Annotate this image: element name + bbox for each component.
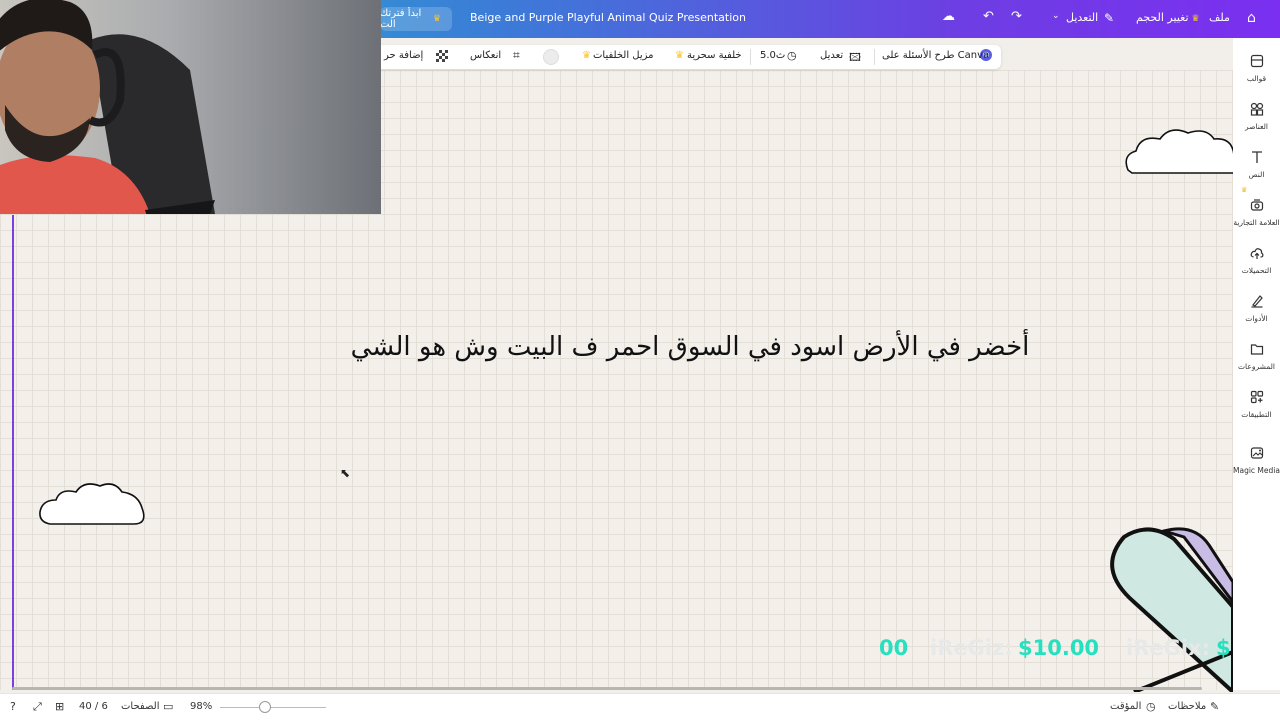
ticker-donor-name: iReGiz:: [930, 636, 1013, 660]
ticker-donor-name: iReGix:: [1126, 636, 1210, 660]
fullscreen-icon[interactable]: ⤢: [33, 700, 42, 714]
webcam-overlay: [0, 0, 381, 214]
zoom-slider-handle[interactable]: [258, 701, 271, 713]
text-icon: [1251, 151, 1262, 163]
webcam-person-image: [0, 0, 381, 214]
chevron-down-icon[interactable]: ⌄: [1052, 11, 1060, 21]
decorative-shape[interactable]: [1104, 527, 1233, 692]
transparency-icon[interactable]: [436, 50, 448, 62]
redo-icon[interactable]: ↷: [1011, 9, 1022, 24]
ticker-donation-amount: $10.00: [1018, 636, 1100, 660]
selection-guide: [12, 215, 14, 690]
start-trial-button[interactable]: ابدأ فترتك الت ♛: [380, 7, 452, 31]
apps-icon: [1250, 390, 1263, 404]
background-remover-button[interactable]: مزيل الخلفيات: [593, 50, 654, 61]
templates-icon: [1250, 54, 1263, 68]
zoom-slider-track[interactable]: [220, 707, 326, 708]
elements-icon: [1250, 102, 1263, 116]
sidebar-item-uploads[interactable]: التحميلات: [1233, 246, 1280, 275]
add-border-button[interactable]: إضافة حر: [384, 50, 423, 61]
zoom-level[interactable]: 98%: [190, 701, 212, 712]
pen-tool-icon: [1251, 295, 1263, 308]
crown-icon: ♛: [675, 50, 684, 61]
brand-icon: [1250, 199, 1263, 211]
help-icon[interactable]: ?: [10, 700, 16, 713]
crop-icon[interactable]: ⌗: [513, 48, 520, 63]
notes-icon: ✎: [1210, 700, 1220, 713]
duration-button[interactable]: 5.0ث: [760, 50, 785, 61]
design-title[interactable]: Beige and Purple Playful Animal Quiz Pre…: [470, 11, 746, 24]
mouse-cursor-icon: ⬉: [340, 466, 351, 480]
sidebar-item-apps[interactable]: التطبيقات: [1233, 390, 1280, 419]
flip-button[interactable]: انعكاس: [470, 50, 501, 61]
cloud-shape[interactable]: [1122, 125, 1234, 175]
sidebar-item-tools[interactable]: الأدوات: [1233, 294, 1280, 323]
horizontal-scrollbar[interactable]: [12, 687, 1202, 690]
cloud-shape[interactable]: [38, 480, 148, 528]
divider: [874, 49, 875, 65]
sidebar-item-templates[interactable]: قوالب: [1233, 54, 1280, 83]
edit-image-button[interactable]: تعديل: [820, 50, 843, 61]
notes-button[interactable]: ملاحظات: [1168, 701, 1206, 712]
pages-icon: ▭: [163, 700, 174, 713]
sidebar-item-brand[interactable]: ♛ العلامة التجارية: [1233, 186, 1280, 227]
ask-canva-button[interactable]: طرح الأسئلة على Canva: [882, 50, 989, 61]
right-sidebar: قوالب العناصر النص ♛ العلامة التجارية ال…: [1233, 38, 1280, 690]
crown-icon: ♛: [582, 50, 591, 61]
undo-icon[interactable]: ↶: [983, 9, 994, 24]
folder-icon: [1250, 344, 1263, 355]
page-counter: 40 / 6: [79, 701, 108, 712]
sidebar-item-projects[interactable]: المشروعات: [1233, 342, 1280, 371]
pages-button[interactable]: الصفحات: [121, 701, 159, 712]
color-swatch[interactable]: [543, 49, 559, 65]
file-menu[interactable]: ملف: [1209, 11, 1230, 24]
divider: [750, 49, 751, 65]
question-text[interactable]: أخضر في الأرض اسود في السوق احمر ف البيت…: [300, 332, 1080, 362]
clock-icon: ◷: [787, 49, 797, 62]
timer-icon: ◷: [1146, 700, 1156, 713]
cloud-saved-icon[interactable]: ☁: [942, 9, 955, 24]
resize-button[interactable]: تغيير الحجم ♛: [1136, 11, 1203, 24]
crown-icon: ♛: [1241, 186, 1248, 194]
grid-view-icon[interactable]: ⊞: [55, 700, 64, 713]
bottom-bar: ✎ ملاحظات ◷ المؤقت 98% ▭ الصفحات 40 / 6 …: [0, 693, 1280, 721]
crown-icon: ♛: [432, 14, 441, 24]
crown-icon: ♛: [1191, 14, 1200, 24]
home-icon[interactable]: ⌂: [1247, 10, 1256, 26]
image-edit-icon: 🖾: [849, 51, 861, 64]
image-toolbar: ◎ طرح الأسئلة على Canva 🖾 تعديل ◷ 5.0ث خ…: [380, 45, 1001, 69]
upload-cloud-icon: [1250, 248, 1263, 259]
magic-media-icon: [1250, 447, 1263, 459]
edit-mode-dropdown[interactable]: التعديل: [1066, 11, 1098, 24]
ticker-fragment: 00: [879, 636, 909, 660]
sidebar-item-magic-media[interactable]: Magic Media: [1233, 446, 1280, 475]
timer-button[interactable]: المؤقت: [1110, 701, 1141, 712]
pencil-icon: ✎: [1104, 11, 1115, 25]
magic-background-button[interactable]: خلفية سحرية: [687, 50, 742, 61]
sidebar-item-elements[interactable]: العناصر: [1233, 102, 1280, 131]
sidebar-item-text[interactable]: النص: [1233, 150, 1280, 179]
